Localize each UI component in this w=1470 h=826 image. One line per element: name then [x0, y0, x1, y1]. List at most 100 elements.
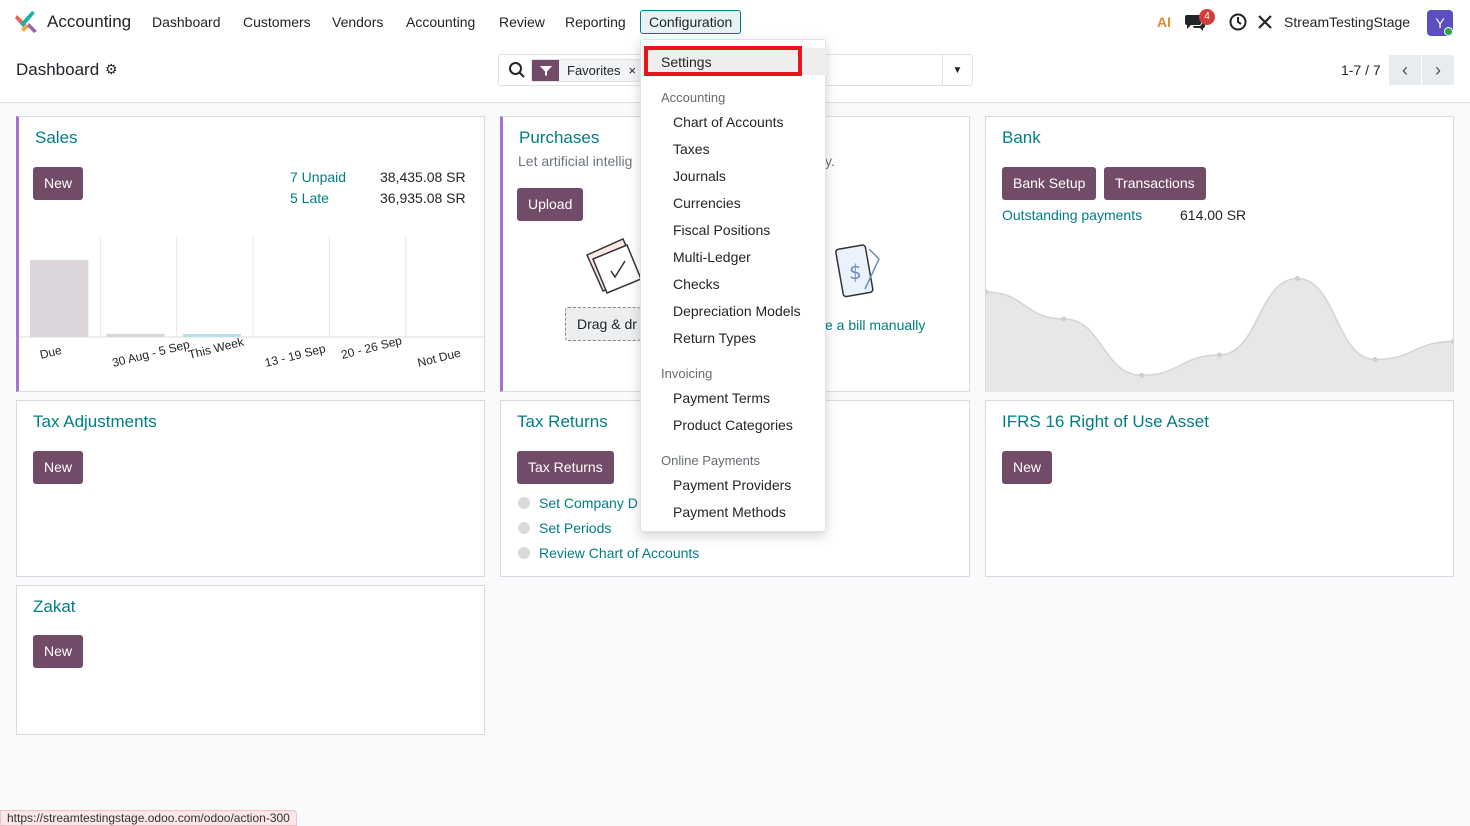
tax-adjustments-new-button[interactable]: New: [33, 451, 84, 484]
menu-item-payment-terms[interactable]: Payment Terms: [673, 390, 770, 406]
chart-tick-label: 30 Aug - 5 Sep: [111, 337, 192, 370]
step-set-company[interactable]: Set Company D: [539, 495, 638, 511]
chart-point[interactable]: [1294, 276, 1300, 281]
step-dot: [518, 547, 530, 559]
menu-item-currencies[interactable]: Currencies: [673, 195, 741, 211]
chart-bar[interactable]: [106, 333, 165, 337]
menu-item-taxes[interactable]: Taxes: [673, 141, 710, 157]
zakat-new-button[interactable]: New: [33, 635, 84, 668]
menu-reporting[interactable]: Reporting: [565, 14, 626, 30]
sales-late-amount: 36,935.08 SR: [380, 190, 466, 206]
bank-title[interactable]: Bank: [1002, 128, 1041, 148]
chart-point[interactable]: [1217, 352, 1222, 358]
pager-value[interactable]: 1-7 / 7: [1341, 62, 1381, 78]
step-set-periods[interactable]: Set Periods: [539, 520, 611, 536]
chevron-left-icon[interactable]: ‹: [1389, 55, 1421, 85]
chart-point[interactable]: [1139, 372, 1145, 378]
outstanding-payments-amount: 614.00 SR: [1180, 207, 1247, 223]
zakat-title[interactable]: Zakat: [33, 597, 76, 617]
upload-button[interactable]: Upload: [517, 188, 584, 221]
top-navbar: Accounting Dashboard Customers Vendors A…: [0, 0, 1470, 44]
configuration-dropdown: Settings Accounting Chart of Accounts Ta…: [640, 39, 826, 532]
sales-new-button[interactable]: New: [33, 167, 84, 200]
menu-item-journals[interactable]: Journals: [673, 168, 726, 184]
gear-icon[interactable]: ⚙: [105, 61, 118, 78]
page-title: Dashboard: [16, 60, 100, 79]
tax-returns-title[interactable]: Tax Returns: [517, 412, 608, 432]
section-header-accounting: Accounting: [661, 90, 726, 105]
menu-item-checks[interactable]: Checks: [673, 276, 720, 292]
menu-item-payment-providers[interactable]: Payment Providers: [673, 477, 791, 493]
menu-item-multi-ledger[interactable]: Multi-Ledger: [673, 249, 751, 265]
accounting-app-icon[interactable]: [15, 11, 37, 33]
chart-point[interactable]: [1061, 316, 1067, 322]
search-icon[interactable]: [508, 61, 526, 79]
chart-area: [986, 278, 1453, 392]
ai-icon[interactable]: AI: [1154, 12, 1174, 32]
purchases-title[interactable]: Purchases: [519, 128, 599, 148]
transactions-button[interactable]: Transactions: [1104, 167, 1206, 200]
presence-dot: [1444, 27, 1453, 36]
purchases-subtitle: Let artificial intellig: [518, 153, 633, 169]
drag-drop-label: Drag & dr: [577, 316, 637, 332]
menu-configuration[interactable]: Configuration: [640, 10, 742, 34]
outstanding-payments-link[interactable]: Outstanding payments: [1002, 207, 1142, 223]
facet-label: Favorites: [567, 63, 621, 78]
bank-balance-chart[interactable]: [986, 245, 1453, 392]
ifrs-new-button[interactable]: New: [1002, 451, 1053, 484]
tax-adjustments-title[interactable]: Tax Adjustments: [33, 412, 157, 432]
sales-aging-chart[interactable]: Due 30 Aug - 5 SepThis Week 13 - 19 Sep 20 …: [19, 232, 485, 392]
chart-tick-label: Not Due: [416, 346, 462, 370]
chart-tick-label: 13 - 19 Sep: [263, 341, 327, 370]
menu-item-return-types[interactable]: Return Types: [673, 330, 756, 346]
app-name[interactable]: Accounting: [47, 12, 131, 32]
folder-upload-icon: [586, 238, 642, 294]
menu-item-product-categories[interactable]: Product Categories: [673, 417, 793, 433]
sales-card: Sales New 7 Unpaid 38,435.08 SR 5 Late 3…: [16, 116, 485, 392]
purchases-subtitle-tail: y.: [825, 153, 835, 169]
messages-badge: 4: [1199, 9, 1215, 25]
create-bill-manually-link[interactable]: e a bill manually: [825, 317, 925, 333]
menu-vendors[interactable]: Vendors: [332, 14, 383, 30]
menu-accounting[interactable]: Accounting: [406, 14, 475, 30]
chart-point[interactable]: [1372, 357, 1378, 362]
close-icon[interactable]: ×: [628, 63, 640, 78]
menu-customers[interactable]: Customers: [243, 14, 311, 30]
search-facet-favorites[interactable]: Favorites ×: [531, 59, 642, 82]
menu-item-fiscal-positions[interactable]: Fiscal Positions: [673, 222, 770, 238]
menu-item-chart-of-accounts[interactable]: Chart of Accounts: [673, 114, 784, 130]
chevron-right-icon[interactable]: ›: [1422, 55, 1454, 85]
menu-item-payment-methods[interactable]: Payment Methods: [673, 504, 786, 520]
ifrs-card: IFRS 16 Right of Use Asset New: [985, 400, 1454, 577]
sales-unpaid-amount: 38,435.08 SR: [380, 169, 466, 185]
menu-item-settings[interactable]: Settings: [661, 54, 712, 70]
step-dot: [518, 522, 530, 534]
bank-card: Bank Bank Setup Transactions Outstanding…: [985, 116, 1454, 392]
step-review-chart[interactable]: Review Chart of Accounts: [539, 545, 699, 561]
svg-text:$: $: [849, 260, 862, 284]
ifrs-title[interactable]: IFRS 16 Right of Use Asset: [1002, 412, 1209, 432]
filter-icon: [532, 60, 559, 81]
section-header-invoicing: Invoicing: [661, 366, 713, 381]
section-header-online-payments: Online Payments: [661, 453, 760, 468]
tax-returns-button[interactable]: Tax Returns: [517, 451, 614, 484]
company-switcher[interactable]: StreamTestingStage: [1284, 14, 1410, 30]
bank-setup-button[interactable]: Bank Setup: [1002, 167, 1097, 200]
status-bar-url: https://streamtestingstage.odoo.com/odoo…: [0, 810, 297, 826]
tools-icon[interactable]: [1255, 12, 1275, 32]
menu-dashboard[interactable]: Dashboard: [152, 14, 221, 30]
chart-bar[interactable]: [30, 260, 89, 337]
drag-drop-zone[interactable]: Drag & dr: [565, 307, 641, 341]
sales-title[interactable]: Sales: [35, 128, 78, 148]
sales-unpaid-link[interactable]: 7 Unpaid: [290, 169, 346, 185]
zakat-card: Zakat New: [16, 585, 485, 735]
bill-icon: $: [835, 244, 880, 298]
clock-icon[interactable]: [1228, 12, 1248, 32]
step-dot: [518, 497, 530, 509]
caret-down-icon[interactable]: ▼: [942, 55, 972, 85]
sales-late-link[interactable]: 5 Late: [290, 190, 329, 206]
chart-tick-label: This Week: [187, 334, 246, 361]
menu-item-depreciation-models[interactable]: Depreciation Models: [673, 303, 801, 319]
menu-review[interactable]: Review: [499, 14, 545, 30]
chart-tick-label: Due: [38, 343, 63, 362]
